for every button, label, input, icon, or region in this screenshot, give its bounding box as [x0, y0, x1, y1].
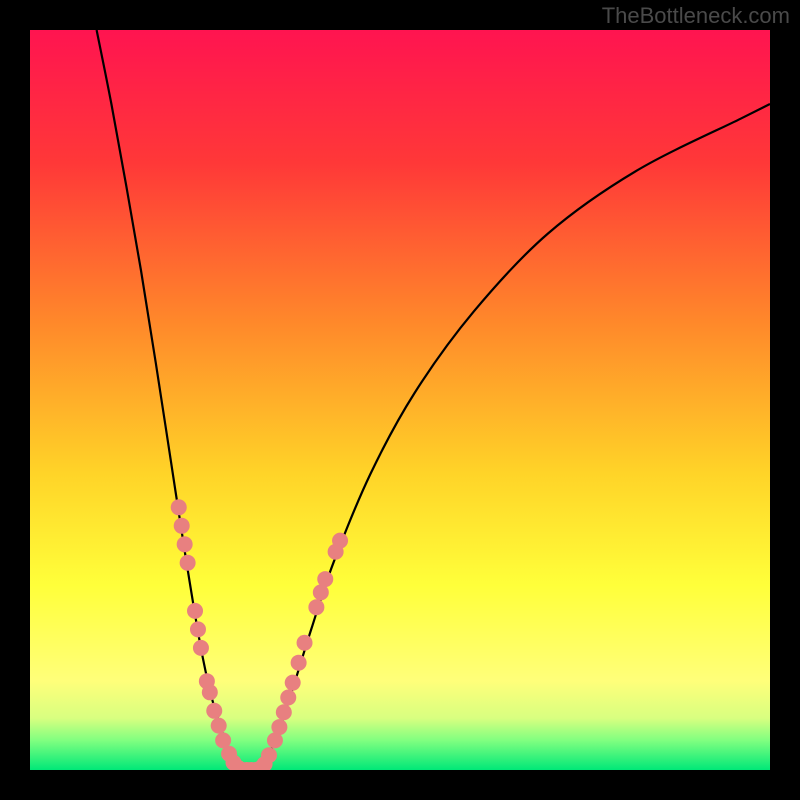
data-marker	[211, 718, 227, 734]
data-marker	[276, 704, 292, 720]
data-marker	[187, 603, 203, 619]
data-marker	[171, 499, 187, 515]
data-marker	[261, 747, 277, 763]
data-marker	[317, 571, 333, 587]
data-marker	[285, 675, 301, 691]
data-marker	[193, 640, 209, 656]
data-marker	[177, 536, 193, 552]
data-marker	[180, 555, 196, 571]
chart-svg	[30, 30, 770, 770]
data-marker	[280, 689, 296, 705]
gradient-background	[30, 30, 770, 770]
data-marker	[271, 719, 287, 735]
data-marker	[291, 655, 307, 671]
data-marker	[202, 684, 218, 700]
data-marker	[206, 703, 222, 719]
data-marker	[190, 621, 206, 637]
data-marker	[332, 533, 348, 549]
chart-container: TheBottleneck.com	[0, 0, 800, 800]
plot-area	[30, 30, 770, 770]
data-marker	[297, 635, 313, 651]
data-marker	[308, 599, 324, 615]
watermark-text: TheBottleneck.com	[602, 3, 790, 29]
data-marker	[174, 518, 190, 534]
